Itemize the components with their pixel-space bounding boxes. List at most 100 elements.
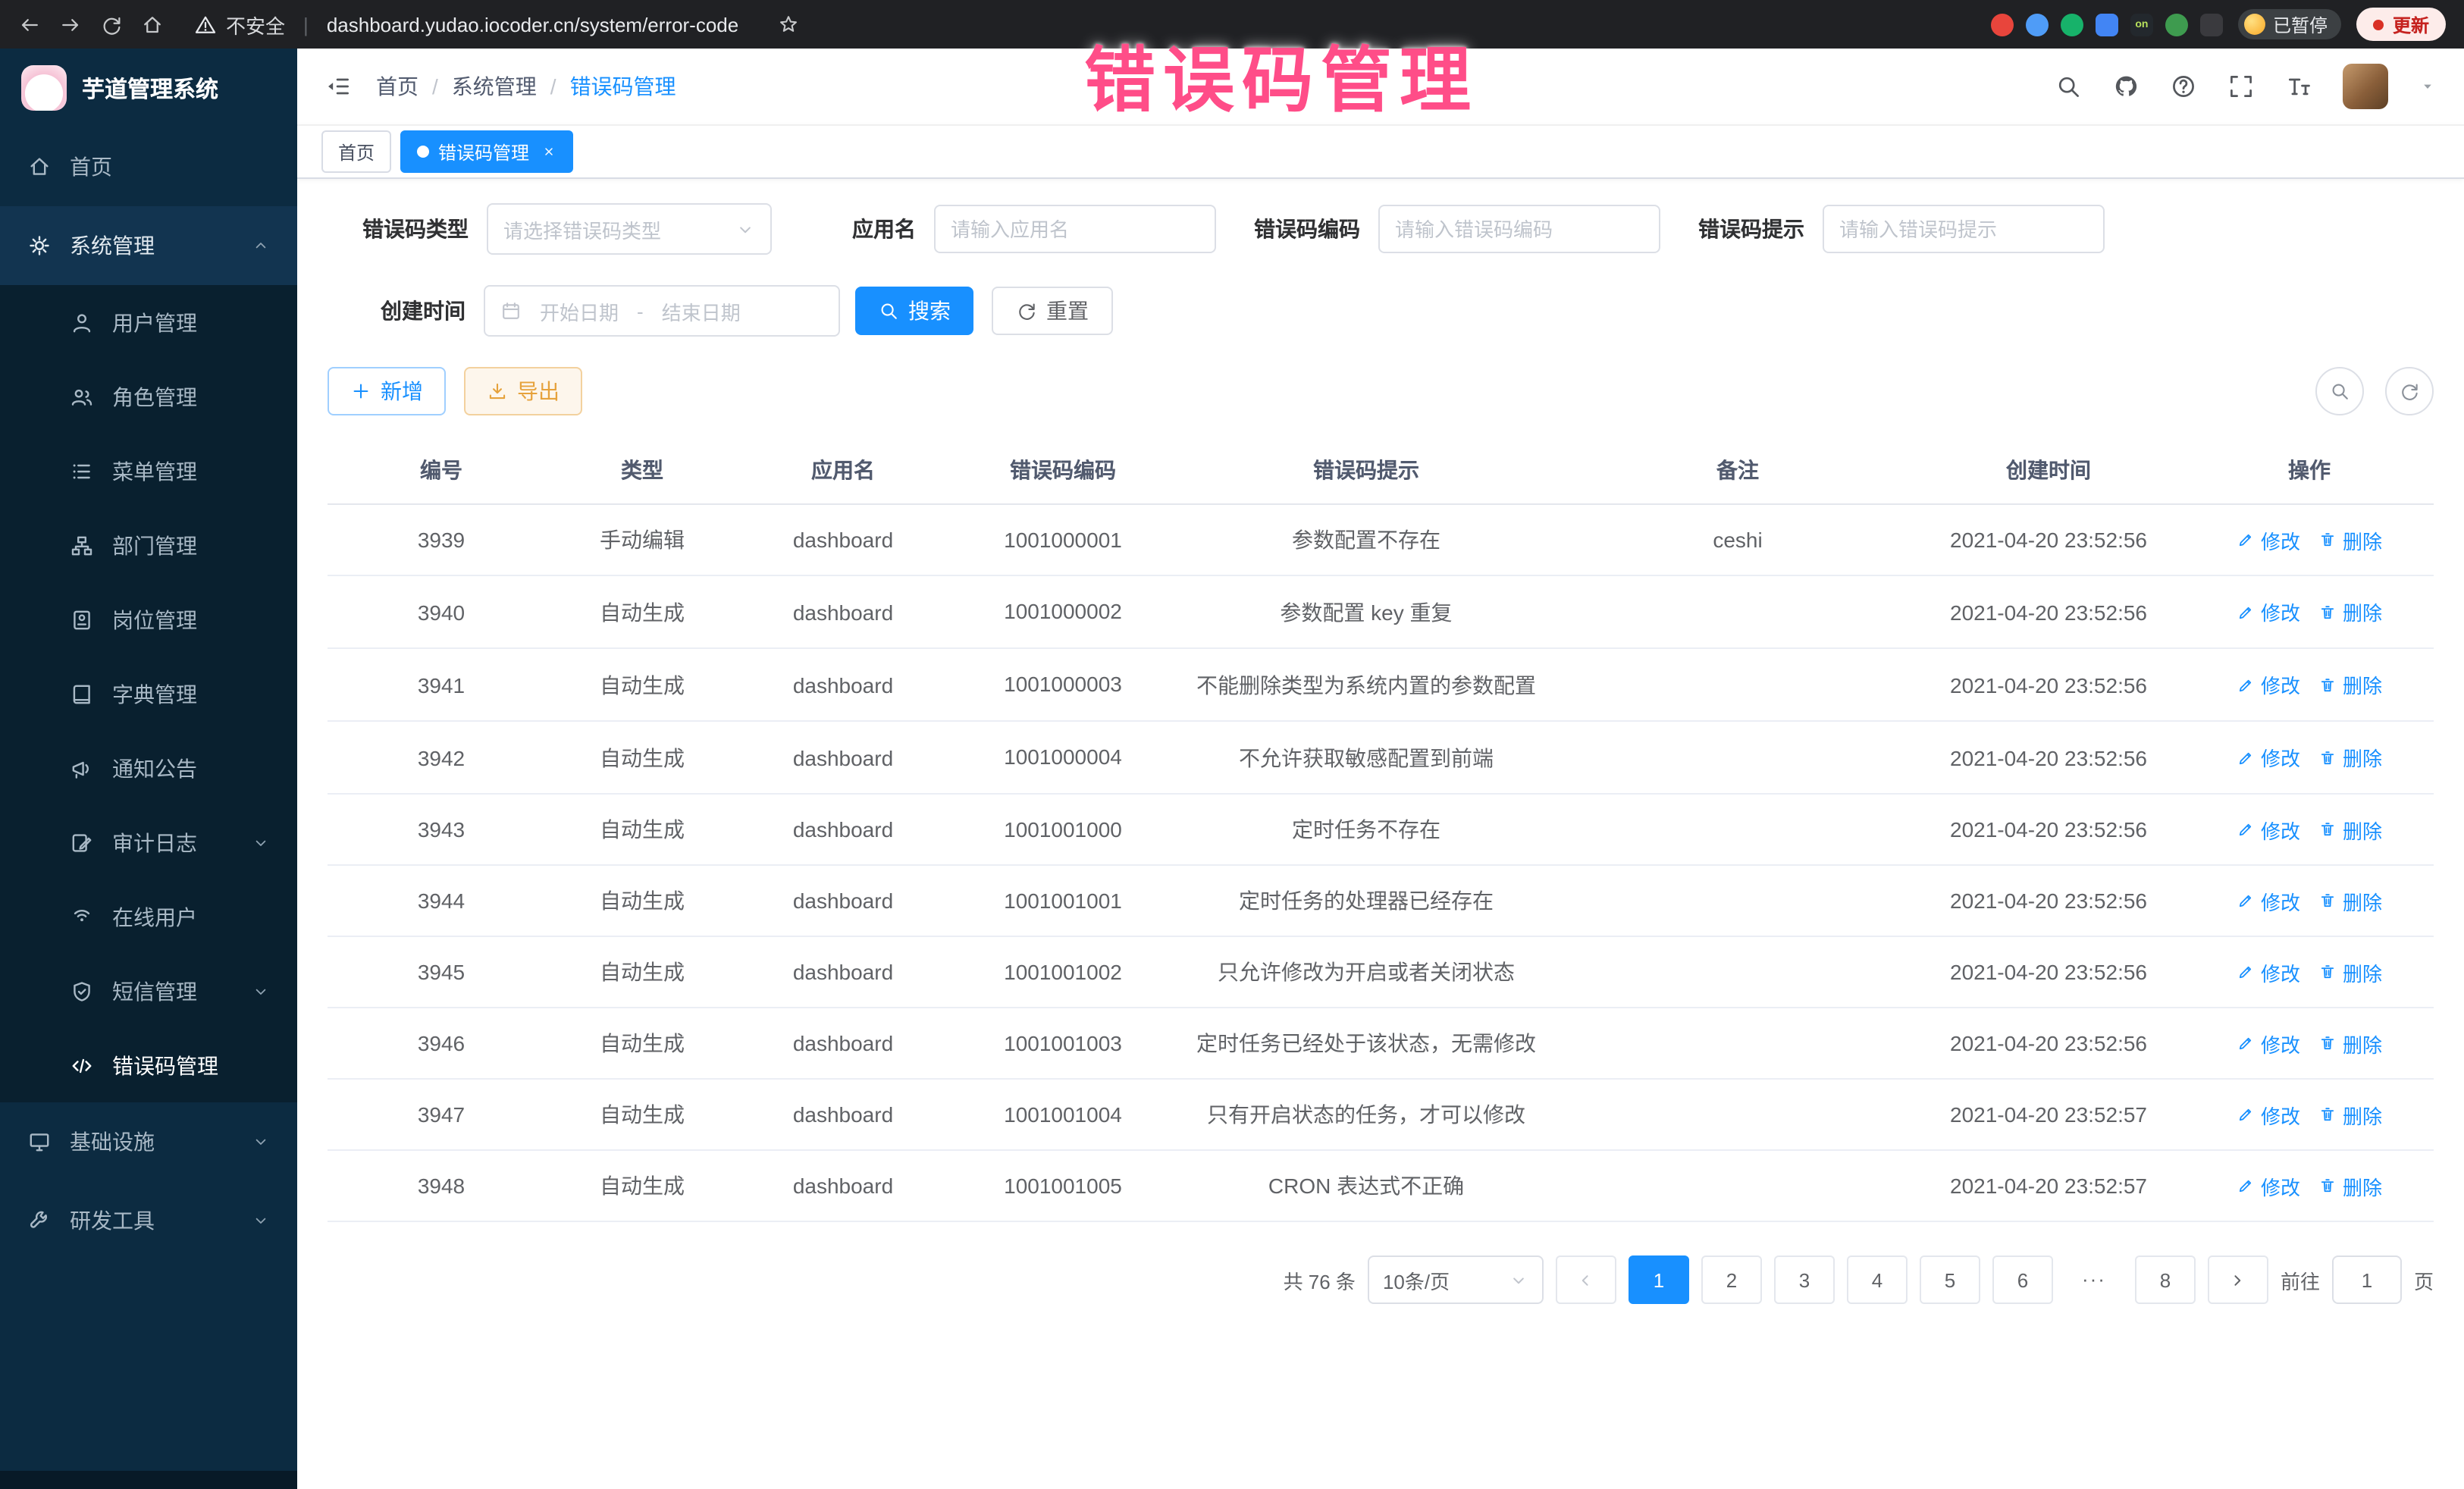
sidebar-item-system[interactable]: 系统管理 — [0, 206, 297, 285]
delete-link[interactable]: 删除 — [2318, 597, 2382, 626]
sidebar-item-notice[interactable]: 通知公告 — [0, 731, 297, 805]
trash-icon — [2318, 531, 2337, 549]
cell-time: 2021-04-20 23:52:56 — [1912, 1008, 2185, 1079]
delete-link[interactable]: 删除 — [2318, 815, 2382, 844]
menu-fold-icon[interactable] — [324, 73, 352, 100]
browser-back-icon[interactable] — [18, 13, 41, 36]
sidebar-item-error-code[interactable]: 错误码管理 — [0, 1028, 297, 1102]
delete-link[interactable]: 删除 — [2318, 743, 2382, 772]
cell-actions: 修改删除 — [2185, 721, 2434, 794]
delete-link[interactable]: 删除 — [2318, 1029, 2382, 1058]
delete-link[interactable]: 删除 — [2318, 886, 2382, 915]
app-name-input[interactable] — [934, 205, 1216, 253]
delete-link[interactable]: 删除 — [2318, 1100, 2382, 1129]
next-page-button[interactable] — [2208, 1255, 2268, 1304]
edit-link[interactable]: 修改 — [2237, 597, 2300, 626]
edit-link[interactable]: 修改 — [2237, 1029, 2300, 1058]
page-button-6[interactable]: 6 — [1992, 1255, 2053, 1304]
browser-update-button[interactable]: 更新 — [2356, 8, 2446, 41]
table-refresh-button[interactable] — [2385, 367, 2434, 415]
extension-blue-grid-icon[interactable] — [2096, 13, 2118, 36]
sidebar-item-user[interactable]: 用户管理 — [0, 285, 297, 359]
browser-forward-icon[interactable] — [59, 13, 82, 36]
sidebar-item-sms[interactable]: 短信管理 — [0, 954, 297, 1028]
sidebar-item-dept[interactable]: 部门管理 — [0, 508, 297, 582]
sidebar-collapse-bar[interactable] — [0, 1471, 297, 1489]
profile-paused-pill[interactable]: 已暂停 — [2238, 9, 2341, 39]
error-code-table: 编号类型应用名错误码编码错误码提示备注创建时间操作 3939手动编辑dashbo… — [328, 437, 2434, 1222]
chevron-down-icon — [1509, 1270, 1528, 1290]
user-avatar[interactable] — [2343, 64, 2388, 109]
delete-link[interactable]: 删除 — [2318, 525, 2382, 554]
page-button-8[interactable]: 8 — [2135, 1255, 2196, 1304]
sidebar-item-devtool[interactable]: 研发工具 — [0, 1181, 297, 1260]
edit-link[interactable]: 修改 — [2237, 886, 2300, 915]
search-button[interactable]: 搜索 — [855, 287, 973, 335]
edit-link[interactable]: 修改 — [2237, 958, 2300, 986]
goto-page-input[interactable] — [2332, 1255, 2402, 1304]
create-time-range-picker[interactable]: 开始日期 - 结束日期 — [484, 285, 840, 337]
page-button-1[interactable]: 1 — [1629, 1255, 1689, 1304]
edit-link[interactable]: 修改 — [2237, 743, 2300, 772]
edit-link[interactable]: 修改 — [2237, 670, 2300, 699]
help-icon[interactable] — [2170, 73, 2197, 100]
sidebar-item-home[interactable]: 首页 — [0, 127, 297, 206]
delete-link[interactable]: 删除 — [2318, 670, 2382, 699]
avatar-caret-icon[interactable] — [2419, 77, 2437, 96]
cell-actions: 修改删除 — [2185, 1008, 2434, 1079]
delete-link[interactable]: 删除 — [2318, 958, 2382, 986]
toggle-search-button[interactable] — [2315, 367, 2364, 415]
page-button-5[interactable]: 5 — [1920, 1255, 1980, 1304]
github-icon[interactable] — [2112, 73, 2140, 100]
tab-home[interactable]: 首页 — [321, 130, 391, 173]
breadcrumb-system[interactable]: 系统管理 — [452, 71, 537, 102]
edit-link[interactable]: 修改 — [2237, 815, 2300, 844]
extension-green-check-icon[interactable] — [2061, 13, 2083, 36]
export-button[interactable]: 导出 — [464, 367, 582, 415]
security-chip[interactable]: 不安全 — [194, 10, 285, 39]
edit-link[interactable]: 修改 — [2237, 1100, 2300, 1129]
extension-leaf-icon[interactable] — [2165, 13, 2188, 36]
tab-error-code[interactable]: 错误码管理 — [400, 130, 573, 173]
header-search-icon[interactable] — [2055, 73, 2082, 100]
font-size-icon[interactable] — [2285, 73, 2312, 100]
extension-puzzle-icon[interactable] — [2200, 13, 2223, 36]
page-ellipsis[interactable]: ··· — [2065, 1255, 2123, 1301]
browser-home-icon[interactable] — [141, 13, 164, 36]
sidebar-item-online[interactable]: 在线用户 — [0, 879, 297, 954]
fullscreen-icon[interactable] — [2227, 73, 2255, 100]
close-icon[interactable] — [541, 144, 556, 159]
bookmark-star-icon[interactable] — [778, 14, 799, 35]
page-button-3[interactable]: 3 — [1774, 1255, 1835, 1304]
table-row: 3940自动生成dashboard1001000002参数配置 key 重复20… — [328, 575, 2434, 648]
reset-button[interactable]: 重置 — [992, 287, 1113, 335]
extension-vpn-on-icon[interactable]: on — [2130, 13, 2153, 36]
error-code-input[interactable] — [1378, 205, 1660, 253]
sidebar-item-menu[interactable]: 菜单管理 — [0, 434, 297, 508]
extension-recorder-icon[interactable] — [1991, 13, 2014, 36]
extension-water-drop-icon[interactable] — [2026, 13, 2049, 36]
delete-link[interactable]: 删除 — [2318, 1171, 2382, 1200]
cell-hint: 不能删除类型为系统内置的参数配置 — [1169, 648, 1563, 721]
error-hint-input[interactable] — [1823, 205, 2105, 253]
url-text[interactable]: dashboard.yudao.iocoder.cn/system/error-… — [327, 13, 738, 36]
cell-type: 自动生成 — [555, 936, 729, 1008]
error-type-select[interactable]: 请选择错误码类型 — [487, 203, 772, 255]
sidebar-item-dict[interactable]: 字典管理 — [0, 657, 297, 731]
page-button-4[interactable]: 4 — [1847, 1255, 1908, 1304]
prev-page-button[interactable] — [1556, 1255, 1616, 1304]
sidebar-item-audit-log[interactable]: 审计日志 — [0, 805, 297, 879]
sidebar-item-infra[interactable]: 基础设施 — [0, 1102, 297, 1181]
page-button-2[interactable]: 2 — [1701, 1255, 1762, 1304]
cell-remark — [1563, 575, 1912, 648]
sidebar-item-role[interactable]: 角色管理 — [0, 359, 297, 434]
browser-reload-icon[interactable] — [100, 13, 123, 36]
sidebar-item-post[interactable]: 岗位管理 — [0, 582, 297, 657]
edit-link[interactable]: 修改 — [2237, 1171, 2300, 1200]
add-button[interactable]: 新增 — [328, 367, 446, 415]
page-size-select[interactable]: 10条/页 — [1368, 1255, 1544, 1304]
edit-link[interactable]: 修改 — [2237, 525, 2300, 554]
cell-id: 3943 — [328, 794, 555, 865]
breadcrumb-home[interactable]: 首页 — [376, 71, 419, 102]
app-logo[interactable]: 芋道管理系统 — [0, 49, 297, 127]
